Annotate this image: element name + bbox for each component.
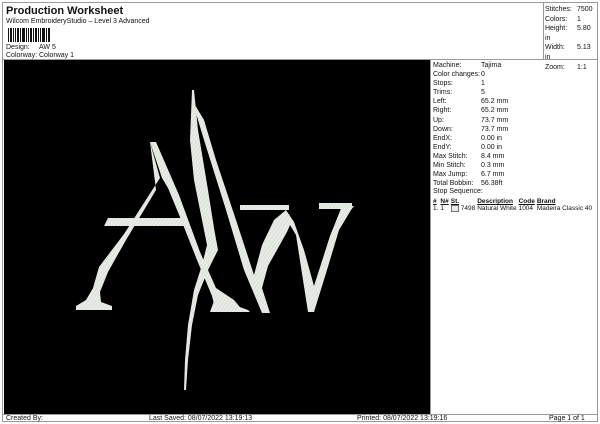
info-min-stitch: Min Stitch: 0.3 mm [433, 162, 505, 170]
row-st: 7498 [460, 205, 476, 213]
info-machine: Machine: Tajima [433, 62, 502, 69]
stat-colors: Colors: 1 [545, 15, 581, 23]
info-trims: Trims: 5 [433, 89, 485, 97]
col-st: St. [450, 198, 460, 205]
info-total-bobbin: Total Bobbin: 56.38ft [433, 180, 503, 188]
created-by: Created By: [6, 415, 43, 422]
design-row: Design: AW 5 [6, 44, 56, 51]
stop-sequence-title: Stop Sequence: [433, 188, 483, 195]
stats-divider [543, 3, 544, 59]
letter-a-shape [76, 142, 250, 312]
table-row: 1. 1 7498 Natural White 1004 Madeira Cla… [433, 205, 594, 212]
stat-height: Height: 5.80 in [545, 25, 591, 42]
center-stroke-shape [184, 90, 218, 390]
last-saved: Last Saved: 08/07/2022 13:19:13 [149, 415, 253, 422]
stop-sequence-header: # N# St. Description Code Brand [433, 198, 594, 205]
colorway-label: Colorway: [6, 52, 38, 59]
design-value: AW 5 [39, 44, 56, 51]
info-max-stitch: Max Stitch: 8.4 mm [433, 152, 505, 160]
info-divider [430, 59, 431, 414]
info-down: Down: 73.7 mm [433, 125, 509, 133]
info-max-jump: Max Jump: 6.7 mm [433, 171, 505, 179]
info-right: Right: 65.2 mm [433, 107, 509, 115]
software-subtitle: Wilcom EmbroideryStudio – Level 3 Advanc… [6, 18, 150, 25]
design-label: Design: [6, 44, 30, 51]
color-swatch-icon [450, 205, 461, 212]
info-stops: Stops: 1 [433, 80, 485, 88]
row-description: Natural White [477, 205, 517, 213]
col-n: N# [440, 198, 449, 205]
info-color-changes: Color changes:0 [433, 71, 485, 79]
row-code: 1004 [518, 205, 534, 213]
col-code: Code [518, 198, 535, 205]
design-stats: Stitches: 7500 Colors: 1 Height: 5.80 in Wi… [545, 5, 597, 72]
embroidery-artwork [76, 90, 354, 390]
row-n: 1 [440, 205, 445, 213]
design-preview [4, 60, 430, 414]
info-up: Up: 73.7 mm [433, 116, 509, 124]
machine-info: Machine: Tajima Color changes:0 Stops: 1 T… [433, 61, 508, 188]
worksheet-page: Production Worksheet Wilcom EmbroiderySt… [2, 2, 598, 422]
row-num: 1. [433, 205, 439, 213]
colorway-value: Colorway 1 [39, 52, 75, 59]
stop-sequence-table: # N# St. Description Code Brand 1. 1 749… [433, 198, 594, 212]
col-brand: Brand [536, 198, 556, 205]
col-num: # [433, 198, 437, 205]
stat-zoom: Zoom: 1:1 [545, 63, 587, 71]
stat-stitches: Stitches: 7500 [545, 6, 593, 13]
info-endy: EndY: 0.00 in [433, 143, 503, 151]
footer-divider [3, 414, 597, 415]
printed-date: Printed: 08/07/2022 13:19:16 [357, 415, 448, 422]
page-title: Production Worksheet [6, 5, 124, 17]
col-description: Description [477, 198, 513, 205]
info-left: Left: 65.2 mm [433, 98, 509, 106]
row-brand: Madeira Classic 40 [536, 205, 593, 213]
page-number: Page 1 of 1 [549, 415, 585, 422]
colorway-row: Colorway: Colorway 1 [6, 52, 74, 59]
info-endx: EndX: 0.00 in [433, 134, 503, 142]
barcode-icon [8, 28, 50, 42]
letter-w-shape [192, 100, 354, 313]
